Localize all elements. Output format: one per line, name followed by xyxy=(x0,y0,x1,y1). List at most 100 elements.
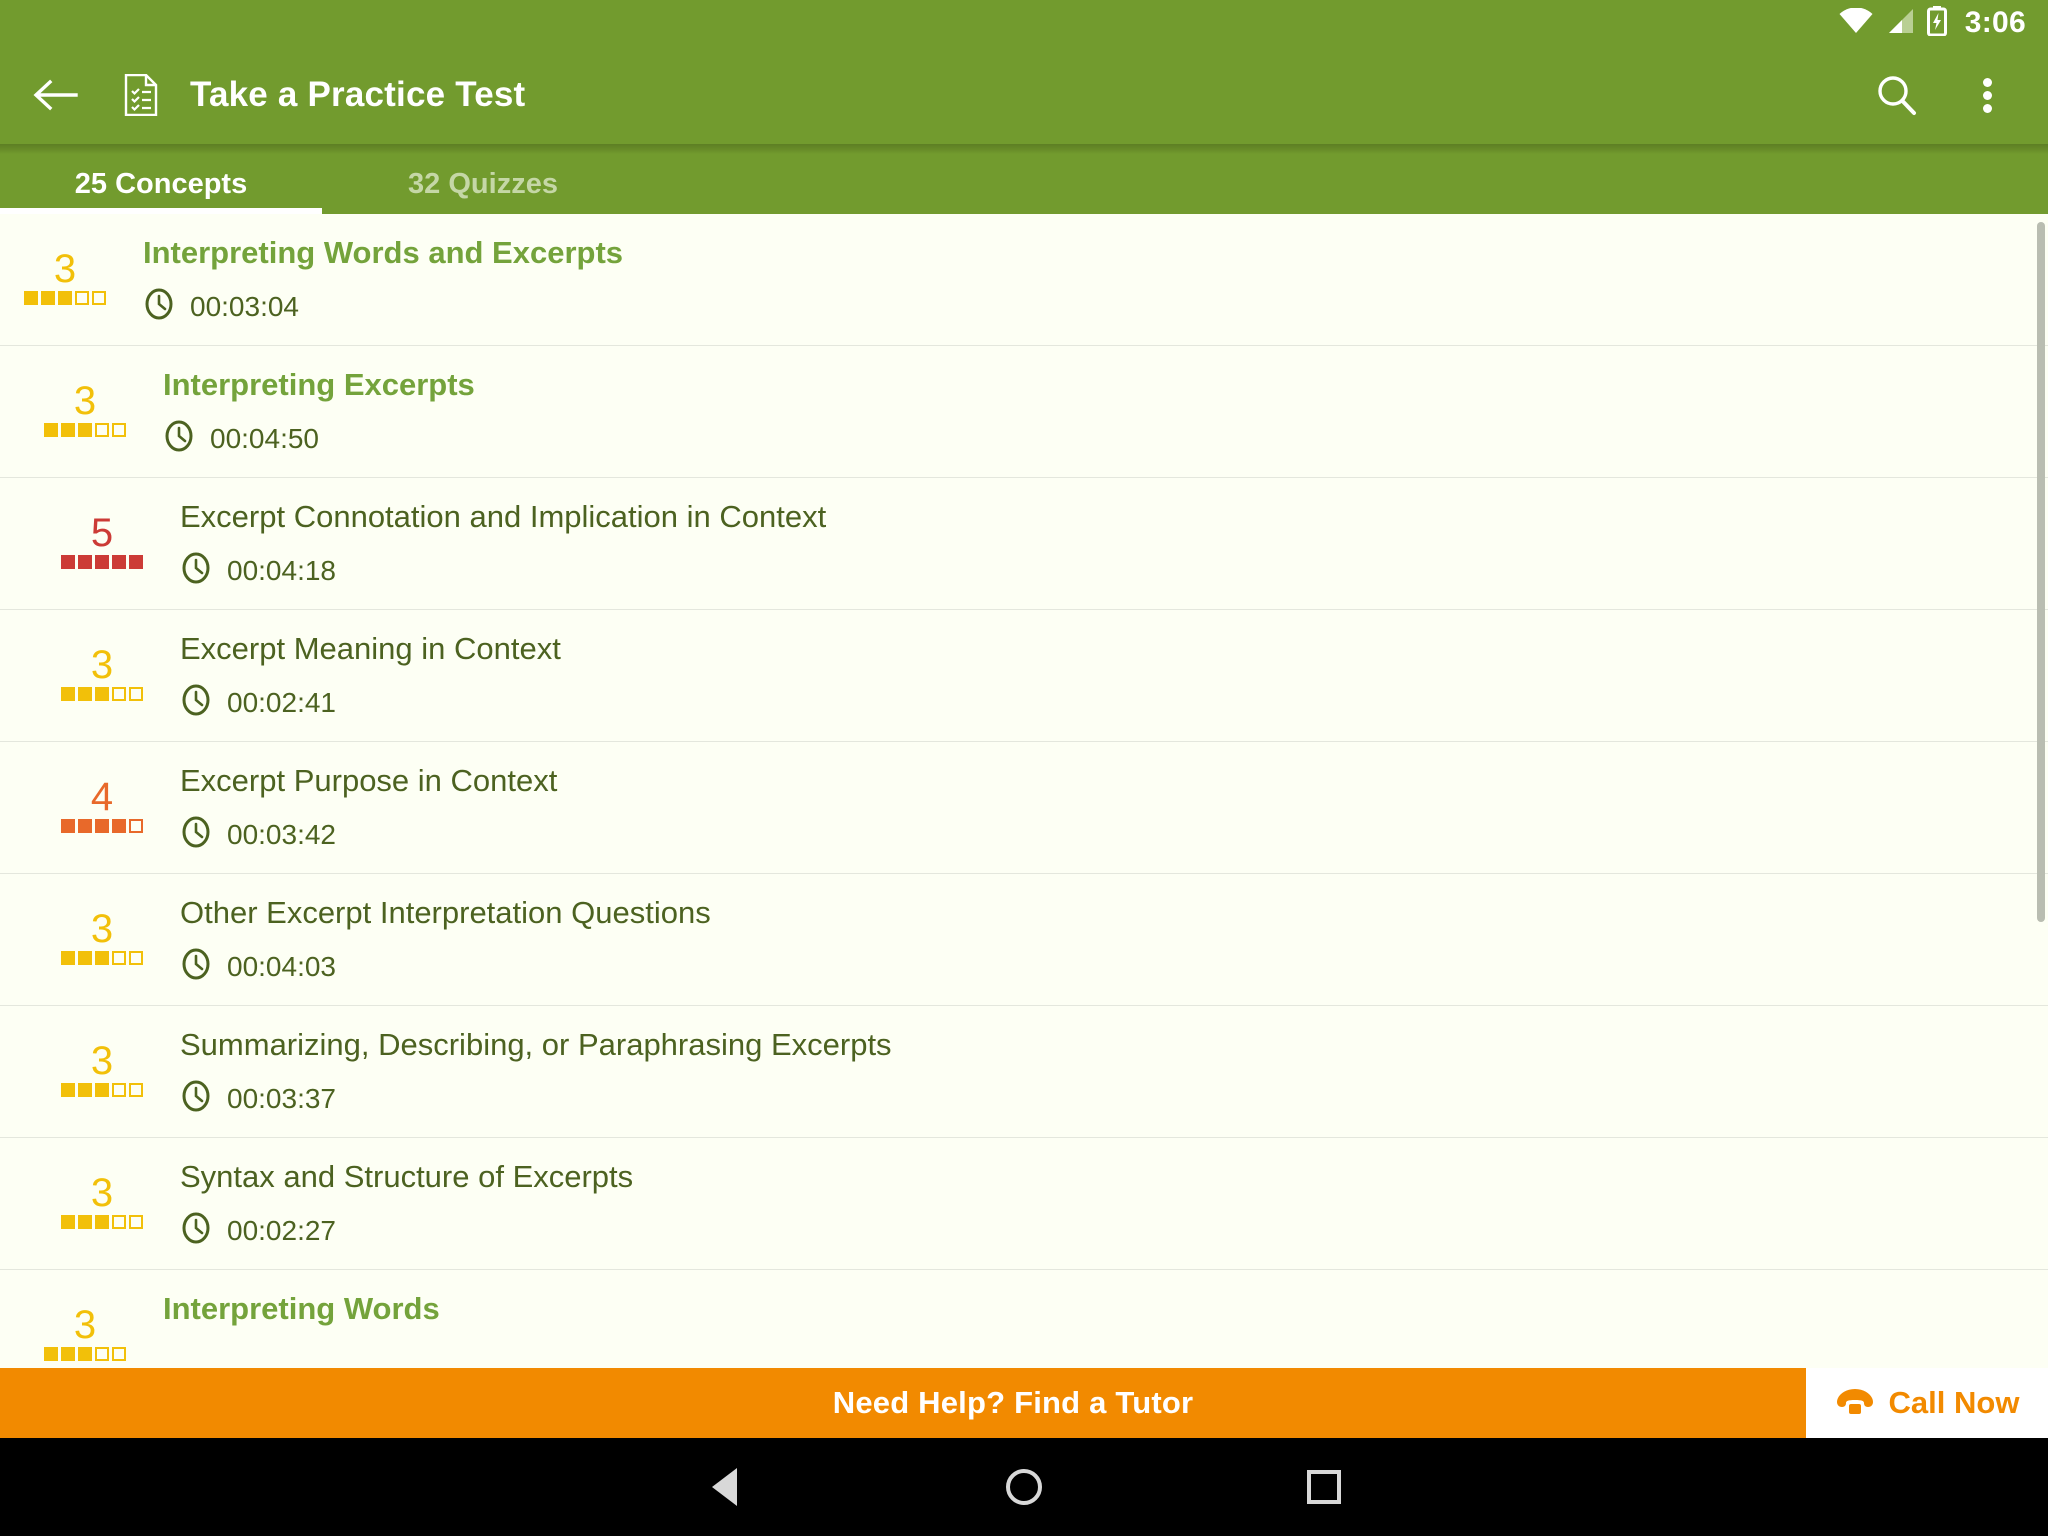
arrow-back-icon[interactable] xyxy=(0,77,110,113)
table-row[interactable]: 3 Interpreting Excerpts 00:04:50 xyxy=(0,346,2048,478)
difficulty-square xyxy=(129,1215,143,1229)
difficulty-squares xyxy=(61,687,143,701)
app-screen: 3:06 Take a Practice Test 25 Concepts 32… xyxy=(0,0,2048,1536)
table-row[interactable]: 3 Summarizing, Describing, or Paraphrasin… xyxy=(0,1006,2048,1138)
row-body: Interpreting Words and Excerpts 00:03:04 xyxy=(143,214,623,325)
difficulty-squares xyxy=(44,423,126,437)
difficulty-squares xyxy=(44,1347,126,1361)
android-back-icon[interactable] xyxy=(679,1442,769,1532)
difficulty-squares xyxy=(61,555,143,569)
difficulty-square xyxy=(112,951,126,965)
row-body: Summarizing, Describing, or Paraphrasing… xyxy=(180,1006,892,1117)
difficulty-square xyxy=(129,1083,143,1097)
difficulty-square xyxy=(61,1347,75,1361)
clock-icon xyxy=(180,948,212,985)
row-body: Other Excerpt Interpretation Questions 00… xyxy=(180,874,711,985)
row-body: Excerpt Connotation and Implication in C… xyxy=(180,478,826,589)
android-navigation-bar xyxy=(0,1438,2048,1536)
difficulty-square xyxy=(112,1083,126,1097)
overflow-menu-icon[interactable] xyxy=(1944,74,2030,117)
difficulty-square xyxy=(129,819,143,833)
table-row[interactable]: 5 Excerpt Connotation and Implication in … xyxy=(0,478,2048,610)
row-body: Interpreting Excerpts 00:04:50 xyxy=(163,346,475,457)
overflow-dot xyxy=(1982,77,1992,87)
call-now-label: Call Now xyxy=(1888,1385,2020,1420)
difficulty-number: 3 xyxy=(73,1303,97,1347)
concept-list[interactable]: 3 Interpreting Words and Excerpts 00:03:04… xyxy=(0,214,2048,1368)
android-home-icon[interactable] xyxy=(979,1442,1069,1532)
difficulty-rating: 4 xyxy=(47,777,157,833)
phone-icon xyxy=(1835,1384,1875,1423)
table-row[interactable]: 3 Excerpt Meaning in Context 00:02:41 xyxy=(0,610,2048,742)
tab-quizzes[interactable]: 32 Quizzes xyxy=(322,154,644,214)
duration-line: 00:04:50 xyxy=(163,420,475,457)
difficulty-square xyxy=(78,1215,92,1229)
difficulty-square xyxy=(44,423,58,437)
difficulty-square xyxy=(75,291,89,305)
difficulty-squares xyxy=(61,951,143,965)
cellular-signal-icon xyxy=(1885,8,1915,39)
difficulty-square xyxy=(58,291,72,305)
duration-text: 00:02:27 xyxy=(227,1214,336,1246)
difficulty-rating: 3 xyxy=(47,1041,157,1097)
concept-title: Other Excerpt Interpretation Questions xyxy=(180,895,711,930)
search-icon[interactable] xyxy=(1848,73,1944,117)
difficulty-square xyxy=(78,951,92,965)
row-body: Syntax and Structure of Excerpts 00:02:27 xyxy=(180,1138,633,1249)
table-row[interactable]: 4 Excerpt Purpose in Context 00:03:42 xyxy=(0,742,2048,874)
difficulty-squares xyxy=(61,819,143,833)
difficulty-square xyxy=(112,819,126,833)
difficulty-square xyxy=(95,1083,109,1097)
difficulty-square xyxy=(129,687,143,701)
duration-text: 00:03:04 xyxy=(190,290,299,322)
difficulty-square xyxy=(95,1347,109,1361)
difficulty-rating: 3 xyxy=(47,1173,157,1229)
page-title: Take a Practice Test xyxy=(190,75,526,114)
difficulty-square xyxy=(95,951,109,965)
status-bar: 3:06 xyxy=(0,0,2048,46)
difficulty-square xyxy=(95,555,109,569)
difficulty-square xyxy=(78,1083,92,1097)
difficulty-square xyxy=(41,291,55,305)
duration-text: 00:03:37 xyxy=(227,1082,336,1114)
list-scrollbar[interactable] xyxy=(2037,222,2045,922)
duration-line: 00:03:04 xyxy=(143,288,623,325)
battery-charging-icon xyxy=(1926,5,1947,41)
difficulty-square xyxy=(24,291,38,305)
difficulty-square xyxy=(78,687,92,701)
tutor-banner[interactable]: Need Help? Find a Tutor Call Now xyxy=(0,1368,2048,1438)
android-recents-icon[interactable] xyxy=(1279,1442,1369,1532)
duration-text: 00:03:42 xyxy=(227,818,336,850)
concept-title: Summarizing, Describing, or Paraphrasing… xyxy=(180,1027,892,1062)
call-now-button[interactable]: Call Now xyxy=(1806,1368,2048,1438)
concept-title: Interpreting Words xyxy=(163,1291,440,1326)
difficulty-rating: 3 xyxy=(47,907,157,965)
duration-line: 00:02:41 xyxy=(180,684,561,721)
concept-title: Interpreting Words and Excerpts xyxy=(143,235,624,270)
difficulty-number: 3 xyxy=(90,907,114,951)
action-bar-shadow xyxy=(0,144,2048,154)
clock-icon xyxy=(180,1212,212,1249)
concept-title: Syntax and Structure of Excerpts xyxy=(180,1159,634,1194)
table-row[interactable]: 3 Other Excerpt Interpretation Questions 0… xyxy=(0,874,2048,1006)
table-row[interactable]: 3 Interpreting Words and Excerpts 00:03:04 xyxy=(0,214,2048,346)
difficulty-square xyxy=(61,555,75,569)
difficulty-square xyxy=(95,687,109,701)
difficulty-rating: 3 xyxy=(47,645,157,701)
difficulty-square xyxy=(95,819,109,833)
table-row[interactable]: 3 Syntax and Structure of Excerpts 00:02:2… xyxy=(0,1138,2048,1270)
difficulty-square xyxy=(129,555,143,569)
difficulty-square xyxy=(112,423,126,437)
difficulty-square xyxy=(95,1215,109,1229)
difficulty-square xyxy=(61,819,75,833)
difficulty-square xyxy=(112,1347,126,1361)
difficulty-square xyxy=(95,423,109,437)
difficulty-square xyxy=(78,555,92,569)
tab-concepts[interactable]: 25 Concepts xyxy=(0,154,322,214)
table-row[interactable]: 3 Interpreting Words xyxy=(0,1270,2048,1368)
difficulty-number: 5 xyxy=(90,511,114,555)
difficulty-squares xyxy=(61,1215,143,1229)
duration-text: 00:04:50 xyxy=(210,422,319,454)
clock-icon xyxy=(143,288,175,325)
duration-line: 00:02:27 xyxy=(180,1212,633,1249)
